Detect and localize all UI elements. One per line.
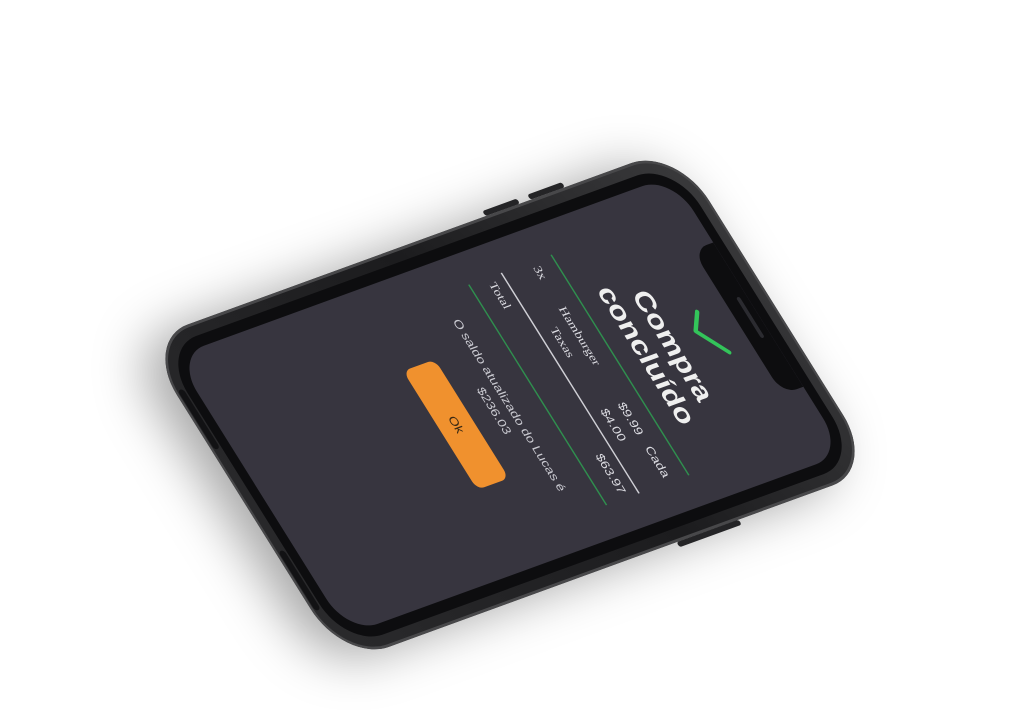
earpiece-speaker xyxy=(735,296,765,339)
phone-bezel: Compra concluído 3x Hamburger $9.99 Cada… xyxy=(160,162,860,648)
mockup-stage: Compra concluído 3x Hamburger $9.99 Cada… xyxy=(0,0,1011,724)
phone-screen: Compra concluído 3x Hamburger $9.99 Cada… xyxy=(174,175,846,635)
volume-down-button xyxy=(482,198,520,217)
purchase-complete-screen: Compra concluído 3x Hamburger $9.99 Cada… xyxy=(175,186,818,635)
volume-up-button xyxy=(527,182,565,200)
phone-frame: Compra concluído 3x Hamburger $9.99 Cada… xyxy=(143,146,877,664)
